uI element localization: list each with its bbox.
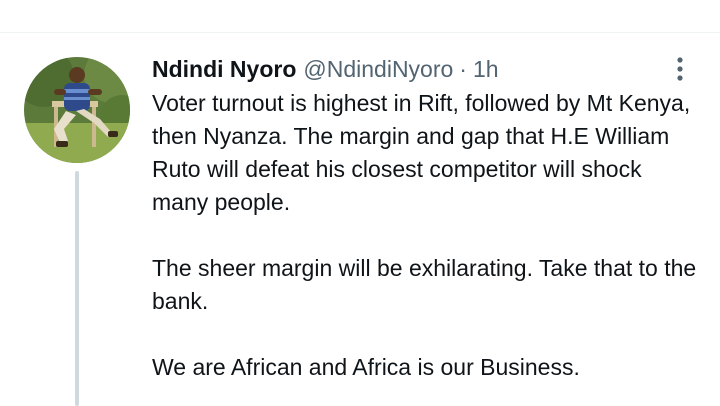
tweet-paragraph: Voter turnout is highest in Rift, follow… <box>152 90 691 215</box>
separator-dot: · <box>459 55 467 82</box>
more-vertical-icon <box>677 57 683 81</box>
author-display-name[interactable]: Ndindi Nyoro <box>152 56 296 83</box>
author-handle[interactable]: @NdindiNyoro <box>303 56 453 83</box>
thread-line <box>75 171 79 406</box>
tweet-timestamp[interactable]: 1h <box>473 56 499 83</box>
tweet-paragraph: The sheer margin will be exhilarating. T… <box>152 255 697 314</box>
tweet-text: Voter turnout is highest in Rift, follow… <box>152 87 700 384</box>
more-options-button[interactable] <box>664 51 696 83</box>
tweet[interactable]: Ndindi Nyoro @NdindiNyoro · 1h Voter tur… <box>0 33 720 406</box>
tweet-header: Ndindi Nyoro @NdindiNyoro · 1h <box>152 53 499 85</box>
tweet-paragraph: We are African and Africa is our Busines… <box>152 354 580 380</box>
avatar[interactable] <box>24 57 130 163</box>
